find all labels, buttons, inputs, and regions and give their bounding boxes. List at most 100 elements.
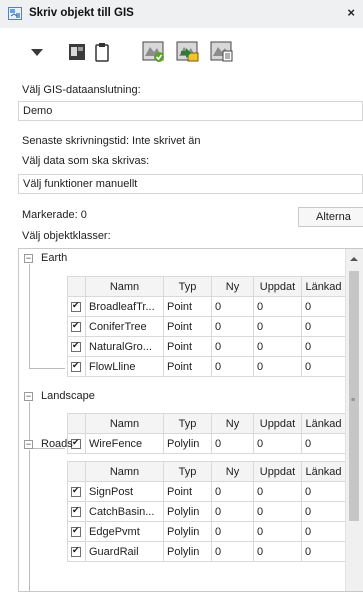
cell-name: BroadleafTr... xyxy=(85,296,164,317)
checkbox-checked-icon[interactable] xyxy=(71,545,81,557)
cell-name: EdgePvmt xyxy=(85,521,164,542)
cell-linked: 0 xyxy=(301,481,346,502)
row-checkbox[interactable] xyxy=(67,481,86,502)
column-header-name[interactable]: Namn xyxy=(85,276,164,297)
column-header-type[interactable]: Typ xyxy=(163,276,212,297)
group-label: Roads xyxy=(41,438,73,450)
row-checkbox[interactable] xyxy=(67,356,86,377)
cell-new: 0 xyxy=(211,521,254,542)
column-header-name[interactable]: Namn xyxy=(85,461,164,482)
cell-type: Point xyxy=(163,316,212,337)
object-class-tree[interactable]: − Earth Namn Typ Ny Uppdat Länkad Broadl… xyxy=(18,248,363,592)
collapse-icon[interactable]: − xyxy=(24,254,33,263)
cell-linked: 0 xyxy=(301,501,346,522)
column-header-linked[interactable]: Länkad xyxy=(301,276,346,297)
column-header-new[interactable]: Ny xyxy=(211,461,254,482)
title-bar: Skriv objekt till GIS × xyxy=(0,0,363,29)
column-header-updated[interactable]: Uppdat xyxy=(253,461,302,482)
cell-updated: 0 xyxy=(253,296,302,317)
cell-linked: 0 xyxy=(301,296,346,317)
cell-updated: 0 xyxy=(253,356,302,377)
alternatives-button[interactable]: Alterna xyxy=(298,207,363,227)
map-sync-icon[interactable] xyxy=(142,41,166,63)
data-select-field[interactable]: Välj funktioner manuellt xyxy=(18,174,363,194)
row-checkbox[interactable] xyxy=(67,336,86,357)
cell-new: 0 xyxy=(211,501,254,522)
close-icon[interactable]: × xyxy=(347,5,355,20)
cell-updated: 0 xyxy=(253,336,302,357)
cell-updated: 0 xyxy=(253,541,302,562)
column-header-new[interactable]: Ny xyxy=(211,276,254,297)
column-header-updated[interactable]: Uppdat xyxy=(253,413,302,434)
cell-linked: 0 xyxy=(301,356,346,377)
collapse-icon[interactable]: − xyxy=(24,392,33,401)
group-roads[interactable]: − Roads xyxy=(19,435,345,455)
group-label: Landscape xyxy=(41,390,95,402)
cell-linked: 0 xyxy=(301,316,346,337)
table-row[interactable]: GuardRail Polylin 0 0 0 xyxy=(67,541,346,562)
scroll-up-arrow-icon[interactable] xyxy=(350,257,358,261)
table-row[interactable]: BroadleafTr... Point 0 0 0 xyxy=(67,296,346,317)
checkbox-checked-icon[interactable] xyxy=(71,505,81,517)
cell-name: ConiferTree xyxy=(85,316,164,337)
checkbox-checked-icon[interactable] xyxy=(71,485,81,497)
column-header-new[interactable]: Ny xyxy=(211,413,254,434)
check-column-header xyxy=(67,276,86,297)
table-row[interactable]: NaturalGro... Point 0 0 0 xyxy=(67,336,346,357)
group-landscape[interactable]: − Landscape xyxy=(19,387,345,407)
cell-linked: 0 xyxy=(301,336,346,357)
tree-line xyxy=(29,450,30,591)
column-header-name[interactable]: Namn xyxy=(85,413,164,434)
cell-updated: 0 xyxy=(253,521,302,542)
roads-table: Namn Typ Ny Uppdat Länkad SignPost Point… xyxy=(67,461,346,562)
table-row[interactable]: FlowLline Point 0 0 0 xyxy=(67,356,346,377)
group-label: Earth xyxy=(41,252,68,264)
collapse-icon[interactable]: − xyxy=(24,440,33,449)
row-checkbox[interactable] xyxy=(67,316,86,337)
cell-new: 0 xyxy=(211,356,254,377)
checkbox-checked-icon[interactable] xyxy=(71,340,81,352)
layer-window-icon[interactable] xyxy=(68,41,86,63)
scroll-thumb[interactable] xyxy=(349,271,359,521)
cell-type: Point xyxy=(163,296,212,317)
tree-line xyxy=(29,264,30,368)
cell-new: 0 xyxy=(211,296,254,317)
cell-name: GuardRail xyxy=(85,541,164,562)
cell-type: Polylin xyxy=(163,501,212,522)
checkbox-checked-icon[interactable] xyxy=(71,525,81,537)
app-icon xyxy=(8,7,22,20)
cell-new: 0 xyxy=(211,316,254,337)
map-write-icon[interactable] xyxy=(176,41,200,63)
cell-type: Point xyxy=(163,481,212,502)
check-column-header xyxy=(67,461,86,482)
cell-updated: 0 xyxy=(253,501,302,522)
table-row[interactable]: ConiferTree Point 0 0 0 xyxy=(67,316,346,337)
classes-label: Välj objektklasser: xyxy=(22,230,111,242)
cell-name: SignPost xyxy=(85,481,164,502)
vertical-scrollbar[interactable]: ≡ xyxy=(345,249,363,591)
column-header-linked[interactable]: Länkad xyxy=(301,413,346,434)
tree-line xyxy=(29,368,65,369)
connection-field[interactable]: Demo xyxy=(18,101,363,121)
row-checkbox[interactable] xyxy=(67,541,86,562)
column-header-updated[interactable]: Uppdat xyxy=(253,276,302,297)
cell-new: 0 xyxy=(211,541,254,562)
checkbox-checked-icon[interactable] xyxy=(71,320,81,332)
column-header-type[interactable]: Typ xyxy=(163,413,212,434)
map-export-icon[interactable] xyxy=(210,41,234,63)
table-row[interactable]: SignPost Point 0 0 0 xyxy=(67,481,346,502)
row-checkbox[interactable] xyxy=(67,296,86,317)
row-checkbox[interactable] xyxy=(67,501,86,522)
column-header-type[interactable]: Typ xyxy=(163,461,212,482)
group-earth[interactable]: − Earth xyxy=(19,249,345,269)
cell-name: NaturalGro... xyxy=(85,336,164,357)
checkbox-checked-icon[interactable] xyxy=(71,360,81,372)
dropdown-arrow-icon[interactable] xyxy=(30,41,44,63)
column-header-linked[interactable]: Länkad xyxy=(301,461,346,482)
checkbox-checked-icon[interactable] xyxy=(71,300,81,312)
cell-new: 0 xyxy=(211,336,254,357)
table-row[interactable]: CatchBasin... Polylin 0 0 0 xyxy=(67,501,346,522)
row-checkbox[interactable] xyxy=(67,521,86,542)
clipboard-icon[interactable] xyxy=(94,41,110,63)
table-row[interactable]: EdgePvmt Polylin 0 0 0 xyxy=(67,521,346,542)
